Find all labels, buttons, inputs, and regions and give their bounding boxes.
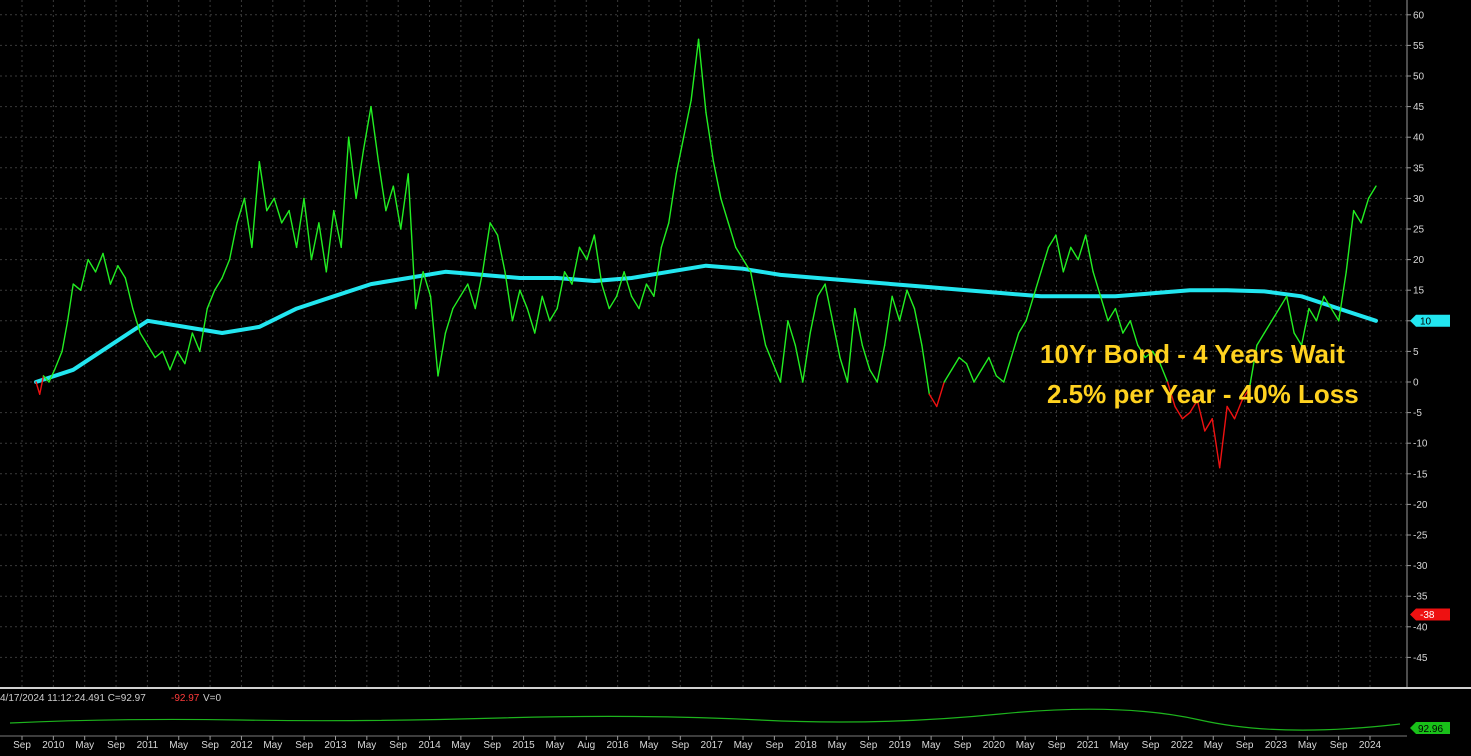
x-tick-label-19: 2016 (607, 740, 630, 751)
x-tick-label-15: Sep (483, 740, 501, 751)
status-volume: V=0 (203, 693, 222, 704)
x-tick-label-9: Sep (295, 740, 313, 751)
x-tick-label-40: 2023 (1265, 740, 1288, 751)
y-tick-label-3: 45 (1413, 102, 1425, 113)
x-tick-label-43: 2024 (1359, 740, 1382, 751)
status-change: -92.97 (171, 693, 200, 704)
x-tick-label-29: May (922, 740, 941, 751)
x-tick-label-16: 2015 (512, 740, 535, 751)
x-tick-label-13: 2014 (418, 740, 441, 751)
x-tick-label-39: Sep (1236, 740, 1254, 751)
x-tick-label-30: Sep (954, 740, 972, 751)
x-tick-label-0: Sep (13, 740, 31, 751)
x-tick-label-34: 2021 (1077, 740, 1100, 751)
x-tick-label-42: Sep (1330, 740, 1348, 751)
x-tick-label-35: May (1110, 740, 1129, 751)
x-tick-label-6: Sep (201, 740, 219, 751)
y-tick-label-6: 30 (1413, 194, 1425, 205)
x-tick-label-22: 2017 (701, 740, 724, 751)
y-tick-label-18: -30 (1413, 561, 1428, 572)
status-readout: 4/17/2024 11:12:24.491 C=92.97 (0, 693, 146, 704)
x-tick-label-2: May (75, 740, 94, 751)
last-value-flag-0: 10 (1410, 314, 1450, 327)
x-tick-label-23: May (734, 740, 753, 751)
y-tick-label-4: 40 (1413, 133, 1425, 144)
y-tick-label-16: -20 (1413, 500, 1428, 511)
y-tick-label-7: 25 (1413, 225, 1425, 236)
y-tick-label-19: -35 (1413, 592, 1428, 603)
x-tick-label-12: Sep (389, 740, 407, 751)
y-tick-label-21: -45 (1413, 653, 1428, 664)
x-tick-label-18: Aug (577, 740, 595, 751)
x-tick-label-14: May (451, 740, 470, 751)
x-tick-label-37: 2022 (1171, 740, 1194, 751)
x-tick-label-31: 2020 (983, 740, 1006, 751)
x-tick-label-1: 2010 (42, 740, 65, 751)
x-tick-label-36: Sep (1142, 740, 1160, 751)
x-tick-label-38: May (1204, 740, 1223, 751)
y-tick-label-5: 35 (1413, 163, 1425, 174)
x-tick-label-11: May (357, 740, 376, 751)
y-tick-label-11: 5 (1413, 347, 1419, 358)
svg-text:92.96: 92.96 (1418, 724, 1443, 735)
last-value-flag-label-1: -38 (1420, 610, 1435, 621)
last-value-flag-1: -38 (1410, 608, 1450, 621)
y-tick-label-12: 0 (1413, 378, 1419, 389)
y-tick-label-20: -40 (1413, 622, 1428, 633)
lower-pane-flag: 92.96 (1410, 722, 1450, 735)
y-tick-label-1: 55 (1413, 41, 1425, 52)
last-value-flag-label-0: 10 (1420, 316, 1432, 327)
x-tick-label-28: 2019 (889, 740, 912, 751)
annotation-line-1: 10Yr Bond - 4 Years Wait (1040, 339, 1345, 369)
y-tick-label-2: 50 (1413, 72, 1425, 83)
x-tick-label-4: 2011 (137, 740, 159, 751)
x-tick-label-26: May (828, 740, 847, 751)
x-tick-label-21: Sep (671, 740, 689, 751)
annotation-line-2: 2.5% per Year - 40% Loss (1047, 379, 1359, 409)
x-tick-label-5: May (169, 740, 188, 751)
x-tick-label-25: 2018 (795, 740, 818, 751)
chart-canvas: 605550454035302520151050-5-10-15-20-25-3… (0, 0, 1471, 756)
x-tick-label-17: May (545, 740, 564, 751)
y-tick-label-8: 20 (1413, 255, 1425, 266)
x-tick-label-10: 2013 (324, 740, 347, 751)
x-tick-label-24: Sep (765, 740, 783, 751)
x-tick-label-33: Sep (1048, 740, 1066, 751)
x-tick-label-3: Sep (107, 740, 125, 751)
x-tick-label-8: May (263, 740, 282, 751)
y-tick-label-13: -5 (1413, 408, 1422, 419)
chart-background (0, 0, 1471, 756)
x-tick-label-27: Sep (860, 740, 878, 751)
x-tick-label-32: May (1016, 740, 1035, 751)
y-tick-label-17: -25 (1413, 531, 1428, 542)
x-tick-label-41: May (1298, 740, 1317, 751)
y-tick-label-14: -10 (1413, 439, 1428, 450)
x-tick-label-20: May (640, 740, 659, 751)
y-tick-label-9: 15 (1413, 286, 1425, 297)
x-tick-label-7: 2012 (230, 740, 253, 751)
y-tick-label-15: -15 (1413, 469, 1428, 480)
y-tick-label-0: 60 (1413, 10, 1425, 21)
